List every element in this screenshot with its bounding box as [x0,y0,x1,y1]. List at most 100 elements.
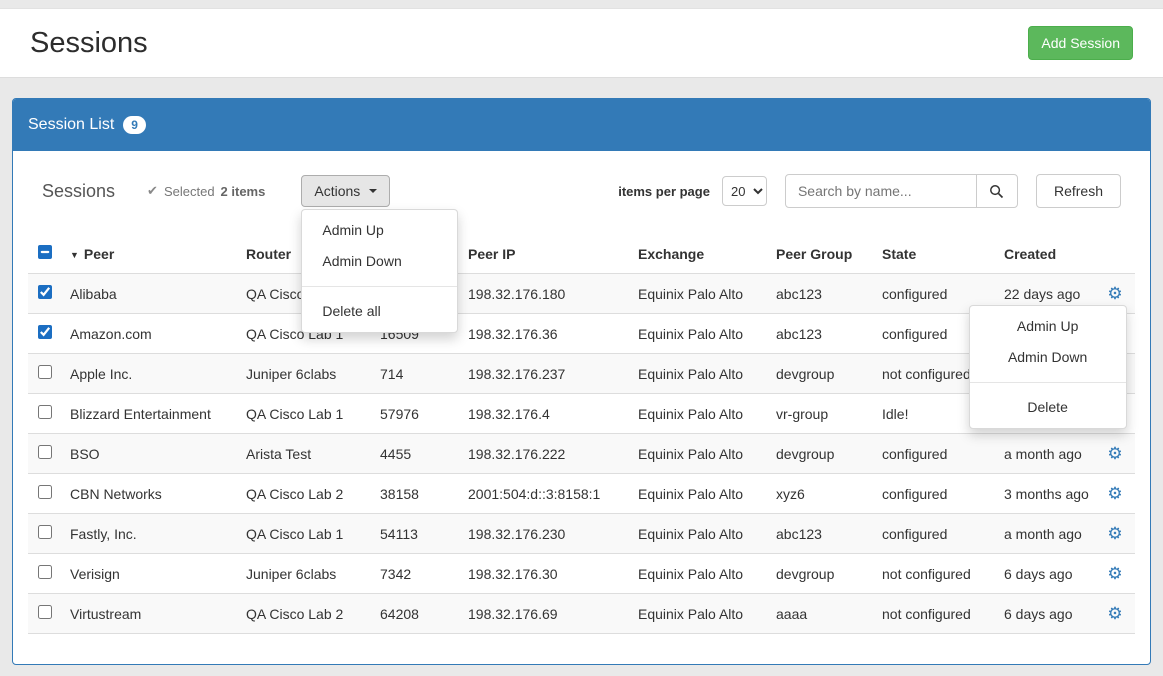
column-header-exchange[interactable]: Exchange [630,234,768,274]
table-row: Fastly, Inc. QA Cisco Lab 1 54113 198.32… [28,514,1135,554]
cell-router: QA Cisco Lab 2 [238,474,372,514]
items-per-page-label: items per page [618,184,710,199]
actions-menu-item-admin-up[interactable]: Admin Up [302,215,457,246]
menu-divider [302,286,457,287]
page-header: Sessions Add Session [0,8,1163,78]
search-icon [989,184,1004,199]
row-checkbox[interactable] [38,285,52,299]
cell-peer-group: abc123 [768,314,874,354]
table-row: BSO Arista Test 4455 198.32.176.222 Equi… [28,434,1135,474]
cell-router: QA Cisco Lab 1 [238,514,372,554]
panel-heading: Session List 9 [13,99,1150,151]
actions-button-label: Actions [314,183,360,199]
row-actions-gear-button[interactable]: ⚙ [1107,445,1122,462]
cell-peer: Virtustream [62,594,238,634]
toolbar: Sessions ✔ Selected 2 items Actions Admi… [42,174,1121,208]
cell-peer-group: abc123 [768,514,874,554]
column-header-actions [1095,234,1135,274]
toolbar-right: items per page 20 Refresh [618,174,1121,208]
row-menu-item-admin-up[interactable]: Admin Up [970,311,1126,342]
add-session-button[interactable]: Add Session [1028,26,1133,60]
row-actions-gear-button[interactable]: ⚙ [1107,485,1122,502]
caret-down-icon [369,189,377,193]
cell-peer: Fastly, Inc. [62,514,238,554]
table-row: Alibaba QA Cisco Lab 1 198.32.176.180 Eq… [28,274,1135,314]
cell-asn: 714 [372,354,460,394]
row-menu-item-delete[interactable]: Delete [970,392,1126,423]
select-all-checkbox[interactable] [38,245,52,259]
page-size-select[interactable]: 20 [722,176,767,206]
column-header-peer[interactable]: ▼Peer [62,234,238,274]
row-checkbox[interactable] [38,485,52,499]
row-actions-gear-button[interactable]: ⚙ [1107,285,1122,302]
actions-dropdown: Actions Admin Up Admin Down Delete all [301,175,390,207]
gear-icon: ⚙ [1107,524,1122,543]
table-header-row: ▼Peer Router ASN Peer IP Exchange Peer G… [28,234,1135,274]
cell-peer-group: xyz6 [768,474,874,514]
column-header-state[interactable]: State [874,234,996,274]
row-actions-gear-button[interactable]: ⚙ [1107,605,1122,622]
row-checkbox[interactable] [38,325,52,339]
session-list-panel: Session List 9 Sessions ✔ Selected 2 ite… [12,98,1151,665]
search-group [785,174,1018,208]
row-checkbox[interactable] [38,405,52,419]
sort-desc-icon: ▼ [70,250,79,260]
cell-peer-group: aaaa [768,594,874,634]
cell-state: not configured [874,554,996,594]
actions-menu-item-delete-all[interactable]: Delete all [302,296,457,327]
cell-peer: Verisign [62,554,238,594]
sessions-table: ▼Peer Router ASN Peer IP Exchange Peer G… [28,234,1135,634]
cell-peer-group: devgroup [768,434,874,474]
table-title: Sessions [42,181,115,202]
cell-exchange: Equinix Palo Alto [630,474,768,514]
cell-peer: Alibaba [62,274,238,314]
cell-asn: 57976 [372,394,460,434]
cell-exchange: Equinix Palo Alto [630,554,768,594]
cell-created: 6 days ago [996,554,1095,594]
cell-peer-group: devgroup [768,354,874,394]
cell-asn: 38158 [372,474,460,514]
table-row: Verisign Juniper 6clabs 7342 198.32.176.… [28,554,1135,594]
panel-body: Sessions ✔ Selected 2 items Actions Admi… [13,151,1150,664]
cell-peer-ip: 198.32.176.237 [460,354,630,394]
cell-peer: Amazon.com [62,314,238,354]
session-count-badge: 9 [123,116,146,134]
search-button[interactable] [976,174,1018,208]
row-checkbox[interactable] [38,525,52,539]
cell-exchange: Equinix Palo Alto [630,314,768,354]
selected-count: 2 items [221,184,266,199]
table-row: CBN Networks QA Cisco Lab 2 38158 2001:5… [28,474,1135,514]
row-checkbox[interactable] [38,445,52,459]
row-menu-item-admin-down[interactable]: Admin Down [970,342,1126,373]
actions-menu-item-admin-down[interactable]: Admin Down [302,246,457,277]
row-checkbox[interactable] [38,605,52,619]
cell-state: configured [874,474,996,514]
panel-title: Session List [28,116,114,134]
cell-router: Juniper 6clabs [238,354,372,394]
actions-dropdown-menu: Admin Up Admin Down Delete all [301,209,458,333]
cell-asn: 7342 [372,554,460,594]
selected-label: Selected [164,184,215,199]
cell-peer-ip: 198.32.176.230 [460,514,630,554]
cell-exchange: Equinix Palo Alto [630,274,768,314]
column-header-peer-group[interactable]: Peer Group [768,234,874,274]
row-checkbox[interactable] [38,365,52,379]
cell-created: a month ago [996,434,1095,474]
gear-icon: ⚙ [1107,444,1122,463]
row-actions-gear-button[interactable]: ⚙ [1107,565,1122,582]
cell-exchange: Equinix Palo Alto [630,514,768,554]
gear-icon: ⚙ [1107,284,1122,303]
cell-exchange: Equinix Palo Alto [630,394,768,434]
search-input[interactable] [785,174,977,208]
cell-peer: Blizzard Entertainment [62,394,238,434]
column-header-peer-ip[interactable]: Peer IP [460,234,630,274]
column-header-created[interactable]: Created [996,234,1095,274]
cell-created: a month ago [996,514,1095,554]
cell-peer: CBN Networks [62,474,238,514]
actions-button[interactable]: Actions [301,175,390,207]
cell-state: not configured [874,594,996,634]
row-actions-gear-button[interactable]: ⚙ [1107,525,1122,542]
cell-peer-ip: 198.32.176.69 [460,594,630,634]
row-checkbox[interactable] [38,565,52,579]
refresh-button[interactable]: Refresh [1036,174,1121,208]
